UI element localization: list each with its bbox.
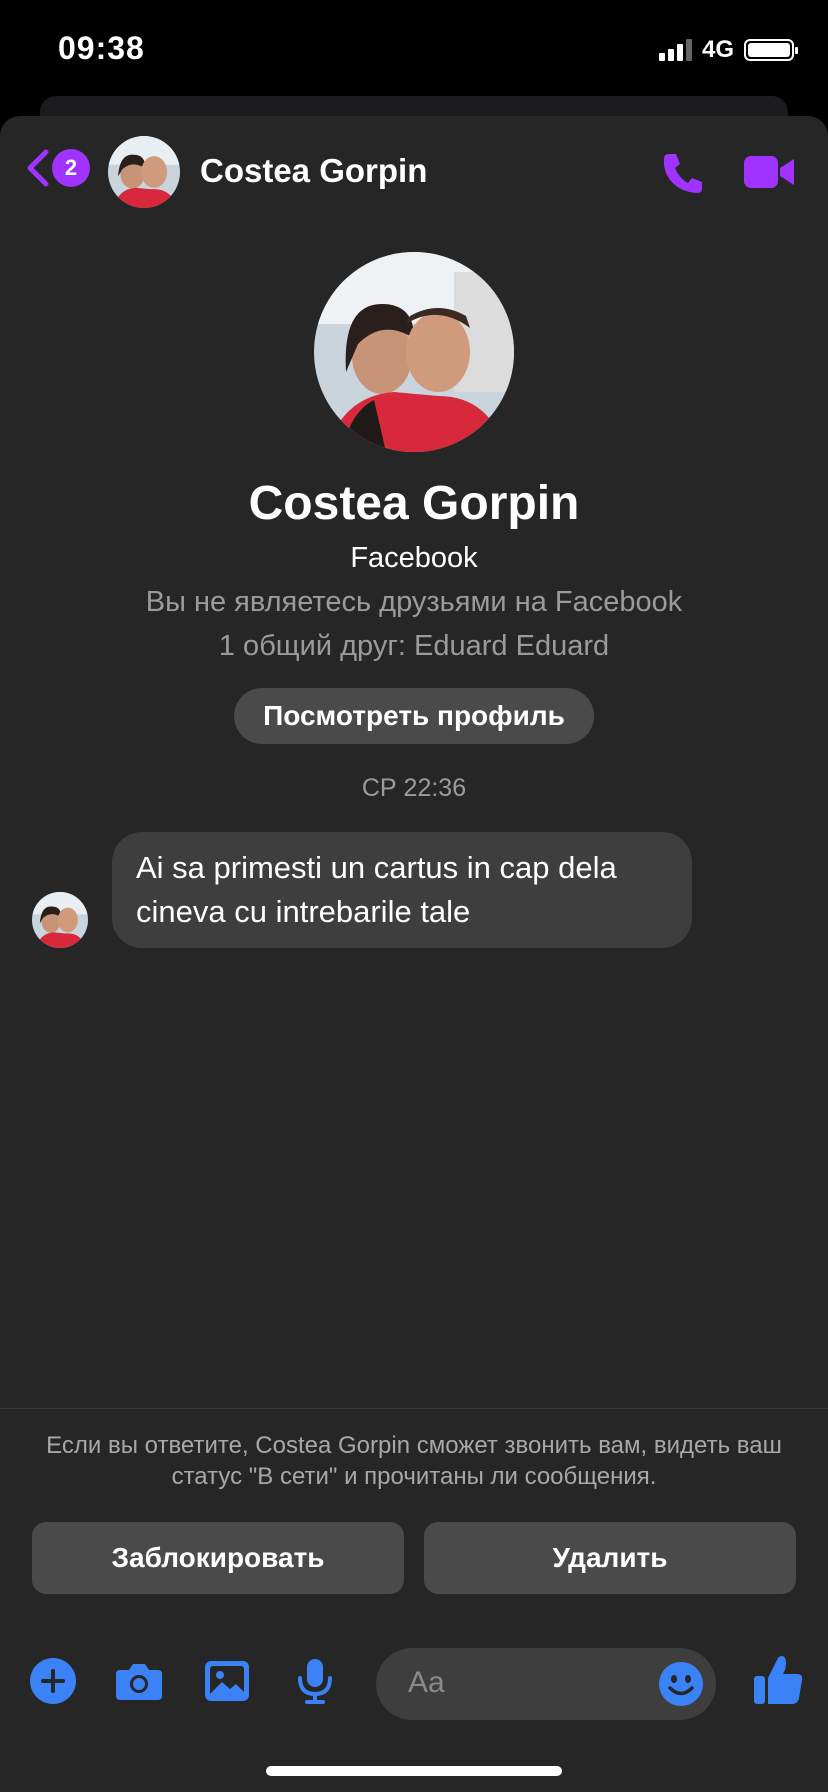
view-profile-button[interactable]: Посмотреть профиль	[234, 688, 594, 744]
header-contact-name: Costea Gorpin	[200, 152, 428, 189]
chat-sheet: 2 Costea Gorpin Costea Gorpin Facebook В…	[0, 116, 828, 1792]
signal-strength-icon	[658, 39, 692, 61]
home-indicator[interactable]	[266, 1766, 562, 1776]
profile-avatar[interactable]	[314, 252, 514, 452]
back-button[interactable]: 2	[24, 148, 90, 188]
message-bubble[interactable]: Ai sa primesti un cartus in cap dela cin…	[112, 832, 692, 948]
phone-icon[interactable]	[660, 150, 706, 196]
status-indicators: 4G	[658, 36, 798, 64]
delete-button[interactable]: Удалить	[424, 1522, 796, 1594]
plus-icon[interactable]	[28, 1656, 78, 1706]
camera-icon[interactable]	[114, 1656, 164, 1706]
divider	[0, 1408, 828, 1409]
video-camera-icon[interactable]	[742, 152, 796, 192]
status-bar: 09:38 4G	[0, 0, 828, 100]
microphone-icon[interactable]	[290, 1656, 340, 1706]
message-request-notice: Если вы ответите, Costea Gorpin сможет з…	[46, 1432, 782, 1490]
chat-header: 2 Costea Gorpin	[0, 116, 828, 228]
message-input[interactable]: Aa	[376, 1648, 716, 1720]
message-sender-avatar[interactable]	[32, 892, 88, 948]
profile-source: Facebook	[350, 542, 478, 574]
message-input-placeholder: Aa	[408, 1666, 445, 1699]
status-time: 09:38	[58, 30, 145, 66]
profile-name: Costea Gorpin	[248, 477, 580, 530]
emoji-icon[interactable]	[658, 1661, 704, 1707]
network-type: 4G	[701, 36, 734, 63]
block-button[interactable]: Заблокировать	[32, 1522, 404, 1594]
thumbs-up-icon[interactable]	[752, 1652, 804, 1706]
message-timestamp: СР 22:36	[361, 774, 467, 802]
header-avatar[interactable]	[108, 136, 180, 208]
back-chevron-icon	[27, 149, 49, 187]
message-composer: Aa	[0, 1636, 828, 1732]
image-icon[interactable]	[202, 1656, 252, 1706]
friend-status: Вы не являетесь друзьями на Facebook	[145, 586, 683, 618]
mutual-friends: 1 общий друг: Eduard Eduard	[218, 630, 610, 662]
unread-badge: 2	[52, 149, 90, 187]
battery-icon	[744, 39, 798, 61]
